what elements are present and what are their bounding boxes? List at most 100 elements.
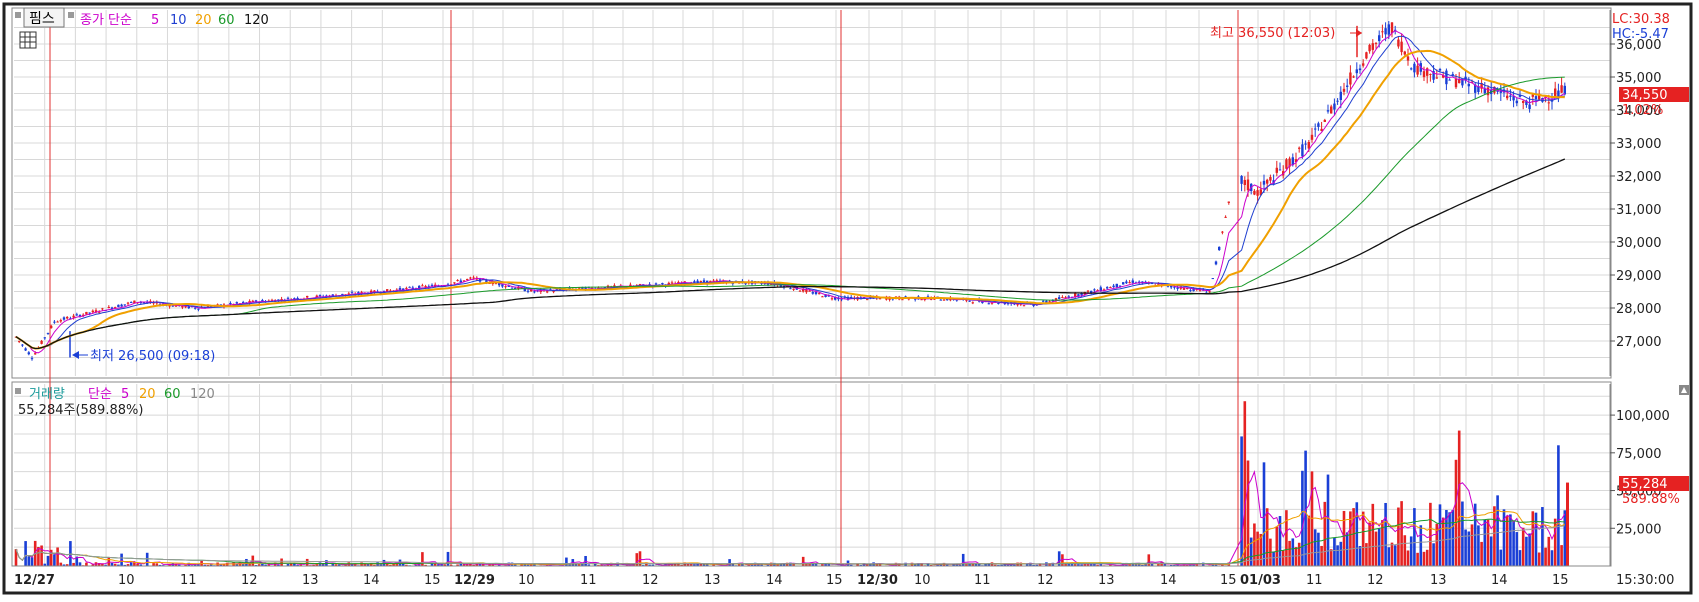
- volume-bar: [1458, 431, 1461, 566]
- svg-text:최고 36,550 (12:03): 최고 36,550 (12:03): [1210, 26, 1335, 41]
- price-candle: [1404, 52, 1406, 55]
- price-candle: [1311, 135, 1313, 140]
- time-tick-label: 15: [1220, 573, 1237, 588]
- volume-bar: [1285, 510, 1288, 566]
- time-tick-label: 11: [580, 573, 597, 588]
- price-candle: [792, 289, 794, 290]
- time-tick-label: 12: [642, 573, 659, 588]
- price-candle: [1548, 102, 1550, 103]
- volume-collapse-icon[interactable]: [1679, 385, 1689, 395]
- volume-bar: [1263, 462, 1266, 566]
- volume-tick-label: 75,000: [1616, 447, 1662, 462]
- ma-type-label: 종가 단순: [80, 13, 132, 28]
- price-candle: [24, 348, 26, 350]
- price-candle: [1224, 217, 1226, 218]
- vol-ma120-label: 120: [190, 387, 215, 402]
- price-candle: [1391, 22, 1393, 33]
- volume-bar: [1247, 461, 1250, 566]
- vol-ma60-label: 60: [164, 387, 181, 402]
- price-candle: [34, 353, 36, 354]
- volume-bar: [1416, 553, 1419, 566]
- time-tick-label: 10: [914, 573, 931, 588]
- time-tick-label: 10: [518, 573, 535, 588]
- price-tick-label: 32,000: [1616, 170, 1662, 185]
- price-candle: [47, 333, 49, 334]
- price-candle: [1176, 287, 1178, 288]
- volume-bar: [24, 541, 27, 566]
- price-candle: [1122, 282, 1124, 284]
- price-candle: [1522, 101, 1524, 103]
- price-candle: [1336, 101, 1338, 102]
- price-candle: [1532, 95, 1534, 97]
- price-candle: [40, 341, 42, 344]
- volume-bar: [1420, 525, 1423, 566]
- grid-toggle-icon[interactable]: [20, 32, 36, 48]
- price-candle: [1372, 43, 1374, 50]
- price-candle: [405, 288, 407, 289]
- volume-bar: [1256, 532, 1259, 566]
- price-candle: [504, 286, 506, 287]
- volume-bar: [1509, 514, 1512, 566]
- volume-bar-last: [1566, 483, 1569, 566]
- volume-bar: [1244, 401, 1247, 566]
- volume-bar: [1525, 537, 1528, 566]
- price-candle: [1343, 89, 1345, 92]
- price-candle: [1218, 247, 1220, 250]
- price-candle: [236, 302, 238, 303]
- price-candle: [920, 299, 922, 300]
- time-tick-label: 15: [826, 573, 843, 588]
- volume-bar: [1471, 524, 1474, 566]
- volume-bar: [1308, 516, 1311, 566]
- price-candle: [1045, 301, 1047, 303]
- vol-ma5-label: 5: [121, 387, 129, 402]
- price-candle: [60, 320, 62, 321]
- volume-bar: [1522, 528, 1525, 566]
- price-candle: [901, 299, 903, 300]
- time-tick-label: 13: [1430, 573, 1447, 588]
- volume-panel[interactable]: [12, 382, 1611, 566]
- price-candle: [469, 278, 471, 279]
- volume-bar: [1272, 551, 1275, 566]
- price-candle: [31, 358, 33, 359]
- price-candle: [1359, 69, 1361, 71]
- volume-bar: [1282, 551, 1285, 566]
- price-candle: [1455, 79, 1457, 87]
- price-candle: [799, 291, 801, 292]
- volume-bar: [421, 552, 424, 566]
- price-candle: [1400, 42, 1402, 52]
- price-candle: [306, 296, 308, 298]
- volume-bar: [1343, 511, 1346, 566]
- price-candle: [1330, 106, 1332, 113]
- volume-bar: [1388, 547, 1391, 566]
- volume-bar: [1544, 548, 1547, 566]
- price-candle: [1384, 28, 1386, 34]
- price-candle: [332, 294, 334, 295]
- price-candle: [408, 287, 410, 288]
- change-percent: 1.02%: [1622, 103, 1663, 118]
- price-candle: [671, 282, 673, 283]
- price-candle: [1324, 120, 1326, 122]
- price-candle: [940, 300, 942, 301]
- vol-ma20-label: 20: [139, 387, 156, 402]
- price-candle: [1247, 180, 1249, 191]
- price-candle: [1077, 294, 1079, 296]
- volume-bar: [108, 557, 111, 566]
- price-candle: [1352, 76, 1354, 77]
- price-candle: [1413, 64, 1415, 73]
- volume-tick-label: 25,000: [1616, 522, 1662, 537]
- current-volume-percent: 589.88%: [1622, 492, 1680, 507]
- price-candle: [130, 302, 132, 303]
- price-candle: [21, 345, 23, 346]
- hc-value: HC:-5.47: [1612, 27, 1669, 42]
- time-tick-label: 12/30: [857, 573, 898, 588]
- time-tick-label: 11: [1306, 573, 1323, 588]
- volume-bar: [40, 545, 43, 566]
- price-candle: [460, 281, 462, 283]
- price-candle: [818, 293, 820, 294]
- price-candle: [466, 279, 468, 280]
- price-candle: [1362, 63, 1364, 65]
- price-candle: [1317, 123, 1319, 127]
- volume-bar: [1148, 554, 1151, 566]
- price-candle: [831, 298, 833, 299]
- price-candle: [18, 341, 20, 342]
